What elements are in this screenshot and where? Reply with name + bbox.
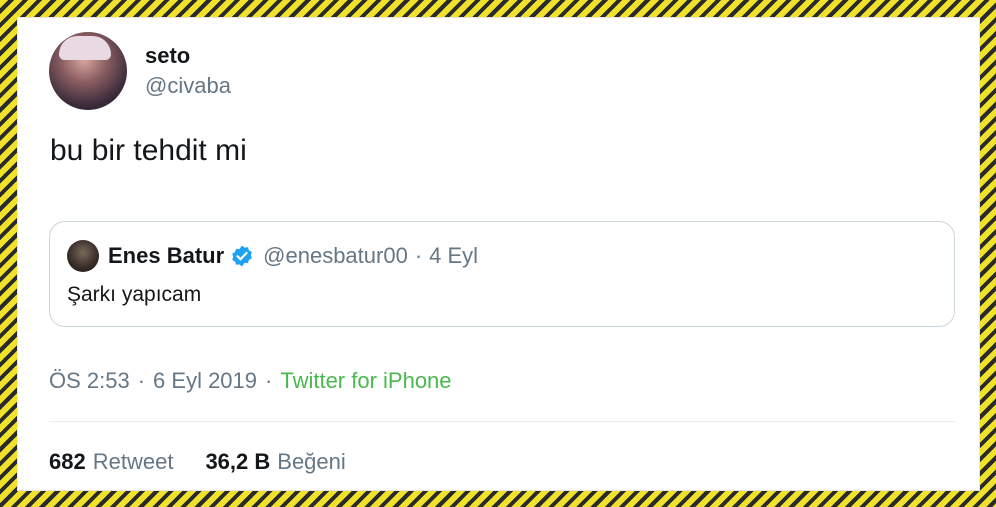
quoted-tweet[interactable]: Enes Batur @enesbatur00 · 4 Eyl Şarkı ya…: [49, 221, 955, 327]
quoted-author-avatar: [67, 240, 99, 272]
quoted-date: 4 Eyl: [429, 243, 479, 268]
avatar-cap-shape: [59, 36, 111, 60]
tweet-meta: ÖS 2:53 · 6 Eyl 2019 · Twitter for iPhon…: [49, 368, 452, 394]
author-avatar[interactable]: [49, 32, 127, 110]
meta-separator-2: ·: [265, 368, 273, 393]
author-name[interactable]: seto: [145, 41, 231, 71]
tweet-stats: 682 Retweet 36,2 B Beğeni: [49, 449, 346, 475]
tweet-time[interactable]: ÖS 2:53: [49, 368, 130, 394]
retweet-count: 682: [49, 449, 86, 474]
divider: [49, 421, 955, 422]
retweet-label: Retweet: [92, 449, 174, 474]
tweet-date[interactable]: 6 Eyl 2019: [153, 368, 257, 394]
quoted-tweet-header: Enes Batur @enesbatur00 · 4 Eyl: [67, 240, 478, 272]
verified-badge-icon: [230, 244, 254, 268]
quoted-author-handle: @enesbatur00: [263, 243, 408, 268]
tweet-header: seto @civaba: [49, 32, 231, 110]
quoted-tweet-text: Şarkı yapıcam: [67, 283, 202, 306]
quoted-author-name: Enes Batur: [108, 243, 225, 268]
tweet-card: seto @civaba bu bir tehdit mi Enes Batur…: [17, 17, 980, 491]
retweet-stat[interactable]: 682 Retweet: [49, 449, 173, 475]
author-names: seto @civaba: [145, 41, 231, 101]
meta-separator: ·: [137, 368, 146, 393]
tweet-source-link[interactable]: Twitter for iPhone: [280, 368, 451, 394]
author-handle[interactable]: @civaba: [145, 71, 231, 101]
like-label: Beğeni: [277, 449, 346, 474]
like-count: 36,2 B: [205, 449, 271, 474]
tweet-text: bu bir tehdit mi: [50, 134, 247, 167]
quoted-separator: ·: [414, 243, 423, 268]
like-stat[interactable]: 36,2 B Beğeni: [205, 449, 345, 475]
